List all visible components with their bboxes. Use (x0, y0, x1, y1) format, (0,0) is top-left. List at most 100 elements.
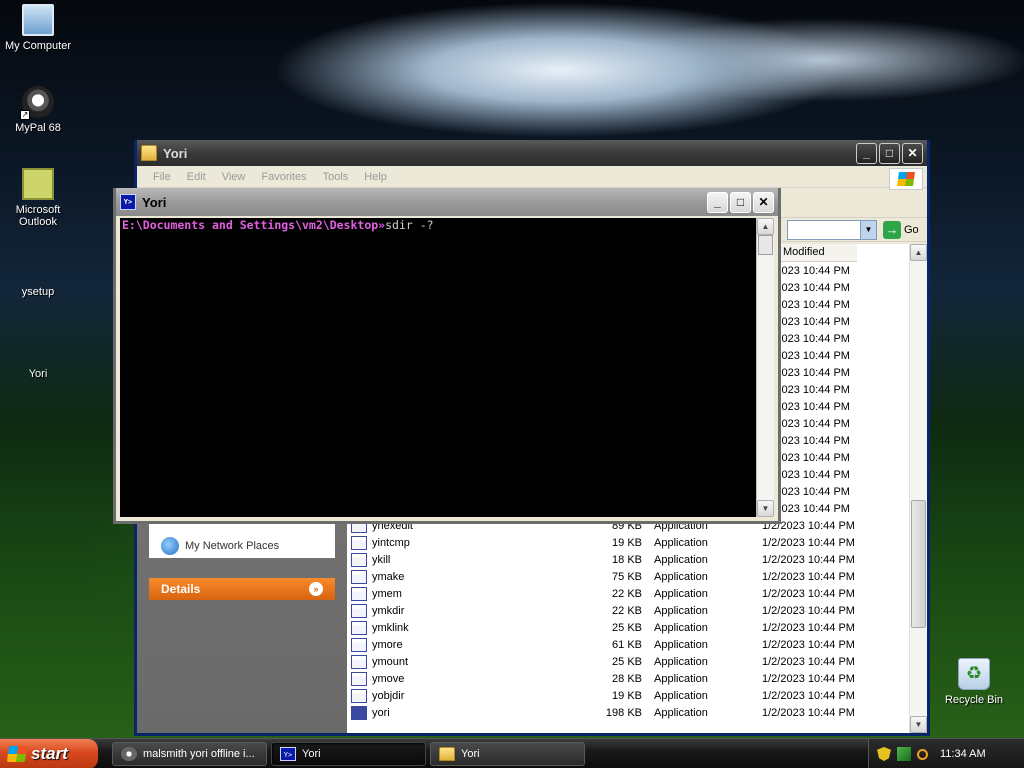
search-icon[interactable] (917, 748, 928, 760)
vertical-scrollbar[interactable]: ▲ ▼ (909, 244, 927, 733)
close-button[interactable]: ✕ (902, 142, 923, 164)
menu-tools[interactable]: Tools (315, 171, 357, 183)
minimize-button[interactable]: _ (707, 191, 728, 213)
file-name: ymore (372, 638, 403, 651)
desktop-icon-my-computer[interactable]: My Computer (0, 4, 76, 52)
chevron-down-icon[interactable]: ▼ (860, 220, 876, 239)
file-type: Application (654, 587, 708, 600)
file-row[interactable]: ymount 25 KB Application 1/2/2023 10:44 PM (347, 653, 909, 670)
application-icon (351, 671, 367, 686)
file-row[interactable]: ykill 18 KB Application 1/2/2023 10:44 PM (347, 551, 909, 568)
application-icon (351, 552, 367, 567)
file-row[interactable]: ymake 75 KB Application 1/2/2023 10:44 PM (347, 568, 909, 585)
file-row[interactable]: yori 198 KB Application 1/2/2023 10:44 PM (347, 704, 909, 721)
desktop-icon-ysetup[interactable]: C:\> ysetup (0, 250, 167, 470)
console-line: E:\Documents and Settings\vm2\Desktop»sd… (122, 218, 434, 232)
file-type: Application (654, 553, 708, 566)
maximize-button[interactable]: □ (730, 191, 751, 213)
application-icon (351, 569, 367, 584)
taskbar: start malsmith yori offline i... Y> Yori… (0, 738, 1024, 768)
menu-file[interactable]: File (145, 171, 179, 183)
scroll-thumb[interactable] (911, 500, 926, 628)
explorer-titlebar[interactable]: Yori _ □ ✕ (137, 140, 927, 166)
folder-icon (439, 746, 455, 761)
file-type: Application (654, 638, 708, 651)
outlook-icon (22, 168, 54, 200)
browser-icon: ↗ (20, 86, 54, 120)
network-icon[interactable] (897, 747, 911, 761)
menu-favorites[interactable]: Favorites (253, 171, 314, 183)
console-prompt: E:\Documents and Settings\vm2\Desktop» (122, 218, 386, 232)
desktop-icon-label: MyPal 68 (15, 122, 61, 134)
go-arrow-icon: → (883, 220, 901, 239)
file-row[interactable]: ymkdir 22 KB Application 1/2/2023 10:44 PM (347, 602, 909, 619)
taskbar-button-yori-folder[interactable]: Yori (430, 741, 585, 766)
desktop-icon-outlook[interactable]: Microsoft Outlook (0, 168, 76, 228)
start-button[interactable]: start (0, 738, 98, 768)
scroll-up-button[interactable]: ▲ (757, 218, 774, 235)
console-window[interactable]: Y> Yori _ □ ✕ E:\Documents and Settings\… (113, 188, 781, 524)
file-row[interactable]: yobjdir 19 KB Application 1/2/2023 10:44 PM (347, 687, 909, 704)
file-type: Application (654, 706, 708, 719)
desktop-icon-yori[interactable]: C:\>↗ Yori (0, 332, 167, 553)
window-title: Yori (163, 145, 188, 161)
file-date: 1/2/2023 10:44 PM (762, 621, 855, 634)
application-icon (351, 620, 367, 635)
application-icon (351, 654, 367, 669)
scroll-thumb[interactable] (758, 235, 773, 255)
system-tray: 11:34 AM (868, 739, 1024, 768)
application-icon (351, 705, 367, 720)
file-row[interactable]: ymore 61 KB Application 1/2/2023 10:44 PM (347, 636, 909, 653)
file-size: 198 KB (605, 706, 642, 719)
file-size: 61 KB (612, 638, 642, 651)
maximize-button[interactable]: □ (879, 142, 900, 164)
column-header-modified[interactable]: Modified (777, 244, 857, 262)
file-name: ymake (372, 570, 405, 583)
file-row[interactable]: ymklink 25 KB Application 1/2/2023 10:44 PM (347, 619, 909, 636)
desktop-icon-mypal[interactable]: ↗ MyPal 68 (0, 86, 76, 134)
scroll-down-button[interactable]: ▼ (757, 500, 774, 517)
console-icon: Y> (120, 194, 136, 210)
close-button[interactable]: ✕ (753, 191, 774, 213)
file-date: 1/2/2023 10:44 PM (762, 638, 855, 651)
file-date: 1/2/2023 10:44 PM (762, 672, 855, 685)
menu-bar: File Edit View Favorites Tools Help (137, 166, 927, 188)
browser-icon (121, 746, 137, 761)
window-title: Yori (142, 194, 167, 210)
file-size: 19 KB (612, 689, 642, 702)
menu-help[interactable]: Help (356, 171, 395, 183)
file-name: ymem (372, 587, 402, 600)
taskbar-button-label: malsmith yori offline i... (143, 747, 255, 760)
file-size: 25 KB (612, 621, 642, 634)
clock[interactable]: 11:34 AM (940, 748, 986, 760)
desktop-icon-recycle-bin[interactable]: ♻ Recycle Bin (936, 658, 1012, 706)
file-type: Application (654, 536, 708, 549)
details-panel-header[interactable]: Details » (149, 578, 335, 600)
minimize-button[interactable]: _ (856, 142, 877, 164)
console-scrollbar[interactable]: ▲ ▼ (756, 218, 774, 517)
chevron-down-icon[interactable]: » (309, 582, 323, 596)
file-row[interactable]: yintcmp 19 KB Application 1/2/2023 10:44 PM (347, 534, 909, 551)
console-output[interactable]: E:\Documents and Settings\vm2\Desktop»sd… (120, 218, 774, 517)
security-shield-icon[interactable] (877, 747, 891, 761)
file-date: 1/2/2023 10:44 PM (762, 587, 855, 600)
menu-edit[interactable]: Edit (179, 171, 214, 183)
console-titlebar[interactable]: Y> Yori _ □ ✕ (116, 188, 778, 216)
taskbar-button-browser[interactable]: malsmith yori offline i... (112, 741, 267, 766)
file-row[interactable]: ymove 28 KB Application 1/2/2023 10:44 PM (347, 670, 909, 687)
scroll-down-button[interactable]: ▼ (910, 716, 927, 733)
file-row[interactable]: ymem 22 KB Application 1/2/2023 10:44 PM (347, 585, 909, 602)
address-input[interactable]: ▼ (787, 219, 877, 240)
shortcut-arrow-icon: ↗ (20, 110, 30, 120)
taskbar-button-yori-console[interactable]: Y> Yori (271, 741, 426, 766)
go-button[interactable]: → Go (883, 220, 919, 239)
network-places-link[interactable]: My Network Places (185, 540, 279, 552)
file-name: ymount (372, 655, 409, 668)
scroll-up-button[interactable]: ▲ (910, 244, 927, 261)
file-date: 1/2/2023 10:44 PM (762, 655, 855, 668)
menu-view[interactable]: View (214, 171, 254, 183)
desktop-icon-label: ysetup (21, 286, 55, 298)
file-type: Application (654, 604, 708, 617)
desktop-icon-label: Recycle Bin (944, 694, 1004, 706)
file-size: 22 KB (612, 604, 642, 617)
